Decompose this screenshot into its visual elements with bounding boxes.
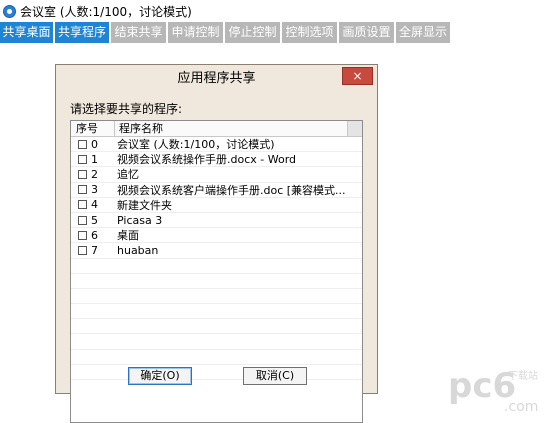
- header-scroll-stub: [347, 121, 362, 136]
- list-item[interactable]: 5 Picasa 3: [71, 213, 362, 229]
- ok-button[interactable]: 确定(O): [128, 367, 192, 385]
- tab-request-control[interactable]: 申请控制: [168, 22, 223, 43]
- row-num: 0: [91, 137, 98, 151]
- row-num: 5: [91, 213, 98, 227]
- watermark-tag: 下载站: [508, 369, 538, 382]
- tab-fullscreen[interactable]: 全屏显示: [396, 22, 450, 43]
- tab-share-program[interactable]: 共享程序: [55, 22, 109, 43]
- row-checkbox[interactable]: [78, 139, 87, 149]
- row-checkbox[interactable]: [78, 215, 87, 225]
- dialog-title: 应用程序共享: [177, 71, 256, 86]
- window-titlebar: 会议室 (人数:1/100，讨论模式): [0, 0, 554, 22]
- row-checkbox[interactable]: [78, 169, 87, 179]
- tab-control-options[interactable]: 控制选项: [282, 22, 337, 43]
- row-num: 1: [91, 152, 98, 166]
- list-header: 序号 程序名称: [71, 121, 362, 137]
- row-checkbox[interactable]: [78, 200, 87, 210]
- column-header-num[interactable]: 序号: [71, 121, 115, 136]
- watermark-domain: .com: [504, 399, 538, 415]
- row-num: 6: [91, 228, 98, 242]
- row-checkbox[interactable]: [78, 245, 87, 255]
- tab-share-desktop[interactable]: 共享桌面: [0, 22, 53, 43]
- site-watermark: pc6 .com 下载站: [448, 366, 538, 415]
- row-checkbox[interactable]: [78, 185, 87, 195]
- program-list[interactable]: 序号 程序名称 0 会议室 (人数:1/100，讨论模式) 1 视频会议系统操作…: [70, 120, 363, 423]
- list-item[interactable]: 1 视频会议系统操作手册.docx - Word: [71, 152, 362, 168]
- row-name: Picasa 3: [117, 213, 163, 227]
- row-checkbox[interactable]: [78, 230, 87, 240]
- empty-row: [71, 319, 362, 335]
- list-item[interactable]: 2 追忆: [71, 167, 362, 183]
- app-icon: [3, 4, 16, 18]
- row-name: 视频会议系统操作手册.docx - Word: [117, 153, 297, 167]
- close-icon: ×: [352, 69, 363, 83]
- list-item[interactable]: 7 huaban: [71, 243, 362, 259]
- list-item[interactable]: 0 会议室 (人数:1/100，讨论模式): [71, 137, 362, 153]
- cancel-button[interactable]: 取消(C): [243, 367, 307, 385]
- row-name: 会议室 (人数:1/100，讨论模式): [117, 138, 275, 152]
- tab-end-share[interactable]: 结束共享: [111, 22, 166, 43]
- row-name: 追忆: [117, 168, 139, 182]
- column-header-name[interactable]: 程序名称: [115, 121, 347, 136]
- row-name: 新建文件夹: [117, 198, 172, 212]
- toolbar-tabs: 共享桌面 共享程序 结束共享 申请控制 停止控制 控制选项 画质设置 全屏显示: [0, 22, 554, 43]
- empty-row: [71, 274, 362, 289]
- empty-row: [71, 350, 362, 365]
- list-item[interactable]: 4 新建文件夹: [71, 198, 362, 213]
- row-name: 桌面: [117, 229, 139, 243]
- tab-quality-settings[interactable]: 画质设置: [339, 22, 394, 43]
- list-item[interactable]: 6 桌面: [71, 228, 362, 244]
- list-item[interactable]: 3 视频会议系统客户端操作手册.doc [兼容模式...: [71, 183, 362, 198]
- empty-row: [71, 334, 362, 350]
- row-num: 4: [91, 198, 98, 212]
- empty-row: [71, 304, 362, 320]
- empty-row: [71, 259, 362, 274]
- empty-row: [71, 365, 362, 380]
- empty-row: [71, 289, 362, 305]
- row-name: 视频会议系统客户端操作手册.doc [兼容模式...: [117, 183, 346, 197]
- list-rows: 0 会议室 (人数:1/100，讨论模式) 1 视频会议系统操作手册.docx …: [71, 137, 362, 380]
- close-button[interactable]: ×: [342, 67, 373, 85]
- window-title: 会议室 (人数:1/100，讨论模式): [20, 4, 192, 19]
- row-num: 7: [91, 243, 98, 257]
- dialog-prompt: 请选择要共享的程序:: [70, 102, 183, 116]
- row-num: 3: [91, 183, 98, 197]
- row-checkbox[interactable]: [78, 154, 87, 164]
- row-name: huaban: [117, 243, 159, 257]
- row-num: 2: [91, 167, 98, 181]
- tab-stop-control[interactable]: 停止控制: [225, 22, 280, 43]
- app-share-dialog: 应用程序共享 × 请选择要共享的程序: 序号 程序名称 0 会议室 (人数:1/…: [55, 64, 378, 423]
